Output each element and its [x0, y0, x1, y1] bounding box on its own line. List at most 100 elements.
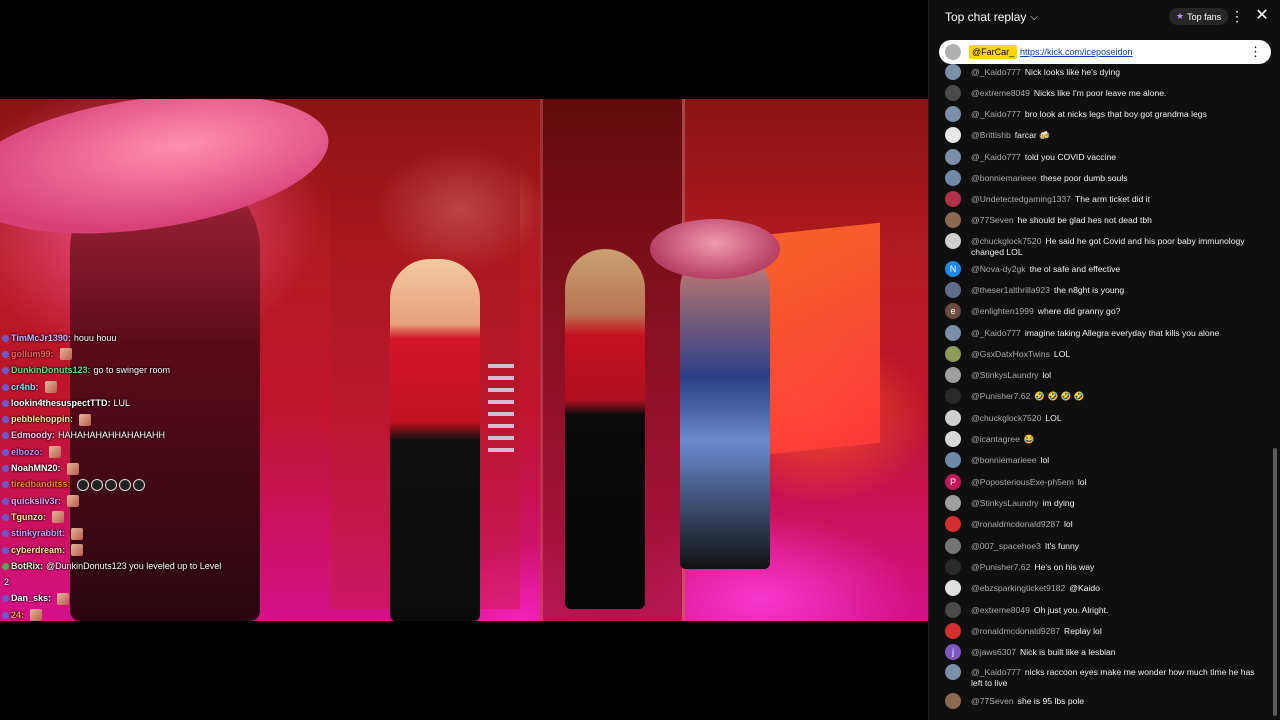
chat-author[interactable]: @bonniemarieee	[971, 173, 1037, 183]
chat-text: lol	[1040, 455, 1050, 465]
chat-message-body: @77Seven she is 95 lbs pole	[971, 696, 1265, 707]
chat-author[interactable]: @icantagree	[971, 434, 1020, 444]
car-avatar[interactable]	[945, 85, 961, 101]
user-badge-icon	[2, 513, 9, 521]
chat-mode-dropdown[interactable]: Top chat replay ⌵	[945, 10, 1038, 24]
clown-avatar[interactable]	[945, 516, 961, 532]
pinned-more-icon[interactable]: ⋮	[1249, 43, 1262, 61]
chevron-down-icon: ⌵	[1030, 11, 1038, 23]
chat-author[interactable]: @jaws6307	[971, 647, 1016, 657]
chat-text: lol	[1077, 477, 1087, 487]
chat-author[interactable]: @extreme8049	[971, 605, 1030, 615]
cartoon-avatar[interactable]	[945, 64, 961, 80]
top-fans-button[interactable]: ★ Top fans	[1169, 8, 1229, 25]
chat-author[interactable]: @ronaldmcdonald9287	[971, 519, 1060, 529]
chat-author[interactable]: @ebzsparkingticket9182	[971, 583, 1065, 593]
photo-avatar[interactable]	[945, 410, 961, 426]
emote-icon	[66, 462, 79, 475]
stream-chat-user: NoahMN20:	[11, 463, 61, 474]
avatar[interactable]: j	[945, 644, 961, 660]
emote-icon	[48, 446, 61, 459]
cartoon-avatar[interactable]	[945, 149, 961, 165]
chat-author[interactable]: @theser1althrilla923	[971, 285, 1050, 295]
chat-author[interactable]: @77Seven	[971, 696, 1014, 706]
chat-author[interactable]: @chuckglock7520	[971, 236, 1041, 246]
gear-avatar[interactable]	[945, 495, 961, 511]
cartoon-avatar[interactable]	[945, 664, 961, 680]
chat-author[interactable]: @_Kaido777	[971, 152, 1021, 162]
user-badge-icon	[2, 465, 9, 473]
chat-scrollbar[interactable]	[1273, 448, 1277, 716]
stream-chat-user: quicksilv3r:	[11, 495, 62, 506]
more-options-icon[interactable]: ⋮	[1230, 8, 1244, 26]
close-icon[interactable]: ✕	[1254, 6, 1270, 26]
video-player[interactable]: TimMcJr1390: houu houu gollum99: DunkinDonu…	[0, 0, 928, 720]
chat-author[interactable]: @chuckglock7520	[971, 413, 1041, 423]
stream-chat-user: pebblehoppin:	[11, 414, 73, 425]
chat-text: im dying	[1042, 498, 1075, 508]
cartoon-avatar[interactable]	[945, 325, 961, 341]
chat-text: lol	[1064, 519, 1073, 529]
skull-avatar[interactable]	[945, 388, 961, 404]
chat-author[interactable]: @enlighten1999	[971, 306, 1034, 316]
chat-message-body: @enlighten1999 where did granny go?	[971, 306, 1265, 317]
car-avatar[interactable]	[945, 602, 961, 618]
photo-avatar[interactable]	[945, 233, 961, 249]
stream-chat-text: @DunkinDonuts123 you leveled up to Level	[46, 560, 222, 571]
clown-avatar[interactable]	[945, 623, 961, 639]
chat-message-body: @extreme8049 Oh just you. Alright.	[971, 605, 1265, 616]
gear-avatar[interactable]	[945, 367, 961, 383]
avatar[interactable]: P	[945, 474, 961, 490]
photo-avatar[interactable]	[945, 212, 961, 228]
chat-author[interactable]: @StinkysLaundry	[971, 498, 1038, 508]
chat-author[interactable]: @ronaldmcdonald9287	[971, 626, 1060, 636]
avatar[interactable]: N	[945, 261, 961, 277]
pinned-link[interactable]: https://kick.com/iceposeidon	[1020, 47, 1133, 57]
chat-author[interactable]: @_Kaido777	[971, 667, 1021, 677]
panda-avatar[interactable]	[945, 127, 961, 143]
chat-message-body: @ronaldmcdonald9287 Replay lol	[971, 626, 1265, 637]
chat-author[interactable]: @_Kaido777	[971, 109, 1021, 119]
chat-author[interactable]: @bonniemarieee	[971, 455, 1037, 465]
avatar[interactable]: e	[945, 303, 961, 319]
photo-avatar[interactable]	[945, 452, 961, 468]
chat-author[interactable]: @Punisher7.62	[971, 562, 1030, 572]
photo-avatar[interactable]	[945, 170, 961, 186]
emote-icon	[71, 544, 84, 556]
photo-avatar[interactable]	[945, 282, 961, 298]
chat-text: Nicks like I'm poor leave me alone.	[1033, 88, 1167, 98]
chat-author[interactable]: @007_spacehoe3	[971, 541, 1041, 551]
chat-author[interactable]: @Nova-dy2gk	[971, 264, 1026, 274]
emote-icon	[59, 348, 72, 361]
stream-chat-overlay: TimMcJr1390: houu houu gollum99: DunkinDonu…	[2, 330, 332, 623]
photo-avatar[interactable]	[945, 431, 961, 447]
photo-avatar[interactable]	[945, 580, 961, 596]
pinned-avatar	[945, 44, 961, 60]
chat-text: these poor dumb souls	[1040, 173, 1128, 183]
photo-avatar[interactable]	[945, 191, 961, 207]
chat-message-body: @Punisher7.62 🤣 🤣 🤣 🤣	[971, 391, 1265, 402]
photo-avatar[interactable]	[945, 346, 961, 362]
stream-chat-user: lookin4thesuspectTTD:	[11, 397, 111, 408]
chat-author[interactable]: @extreme8049	[971, 88, 1030, 98]
chat-author[interactable]: @_Kaido777	[971, 67, 1021, 77]
cartoon-avatar[interactable]	[945, 106, 961, 122]
chat-author[interactable]: @GsxDatxHoxTwins	[971, 349, 1050, 359]
chat-message-body: @chuckglock7520 LOL	[971, 413, 1265, 424]
stream-chat-line: 2	[2, 574, 332, 590]
chat-author[interactable]: @Punisher7.62	[971, 391, 1030, 401]
chat-author[interactable]: @StinkysLaundry	[971, 370, 1038, 380]
photo-avatar[interactable]	[945, 693, 961, 709]
chat-author[interactable]: @Brittishb	[971, 130, 1011, 140]
chat-author[interactable]: @_Kaido777	[971, 328, 1021, 338]
chat-text: @Kaido	[1069, 583, 1100, 593]
skull-avatar[interactable]	[945, 559, 961, 575]
stream-chat-user: Edmoody:	[11, 430, 55, 441]
chat-message-body: @theser1althrilla923 the n8ght is young	[971, 285, 1265, 296]
chat-message-body: @icantagree 😂	[971, 434, 1265, 445]
photo-avatar[interactable]	[945, 538, 961, 554]
chat-author[interactable]: @Undetectedgaming1337	[971, 194, 1071, 204]
chat-author[interactable]: @PoposteriousExe-ph5em	[971, 477, 1074, 487]
chat-author[interactable]: @77Seven	[971, 215, 1014, 225]
pinned-message[interactable]: @FarCar_ https://kick.com/iceposeidon ⋮	[939, 40, 1271, 64]
